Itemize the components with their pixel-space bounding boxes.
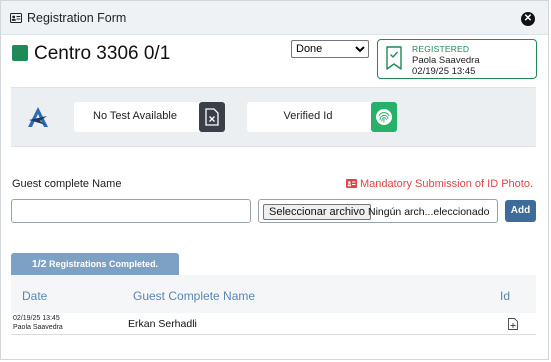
document-add-icon[interactable] [508, 318, 518, 333]
id-card-icon [10, 12, 22, 26]
column-header-id: Id [500, 289, 511, 303]
registrations-progress-tab: 1/2 Registrations Completed. [11, 253, 179, 275]
add-button[interactable]: Add [505, 200, 536, 222]
id-status-label: Verified Id [283, 110, 333, 122]
registered-user: Paola Saavedra [412, 55, 480, 66]
id-status-button[interactable] [371, 102, 397, 132]
registration-dialog: Registration Form ✕ Centro 3306 0/1 Done… [0, 0, 549, 360]
id-photo-file-input[interactable]: Seleccionar archivo Ningún arch...elecci… [258, 199, 498, 223]
progress-count: 1/2 [31, 258, 47, 270]
id-status-pill: Verified Id [247, 102, 397, 132]
registered-status-label: REGISTERED [412, 44, 470, 54]
test-status-button[interactable] [199, 102, 225, 132]
center-status-indicator [12, 45, 28, 61]
center-name: Centro 3306 0/1 [34, 43, 171, 64]
close-button[interactable]: ✕ [521, 12, 535, 26]
title-bar: Registration Form ✕ [1, 1, 548, 35]
row-date: 02/19/25 13:45 [13, 315, 60, 322]
guest-name-input[interactable] [11, 199, 251, 223]
verification-panel: No Test Available Verified Id [11, 87, 536, 147]
row-user: Paola Saavedra [13, 323, 63, 331]
close-icon: ✕ [523, 13, 533, 24]
file-status-text: Ningún arch...eleccionado [368, 206, 490, 218]
brand-logo-icon [26, 105, 50, 132]
window-title: Registration Form [27, 11, 127, 25]
document-x-icon [205, 108, 219, 126]
test-status-label: No Test Available [93, 110, 177, 122]
badge-check-icon [385, 45, 403, 74]
registrations-table: Date Guest Complete Name Id 02/19/25 13:… [11, 275, 536, 335]
row-guest-name: Erkan Serhadli [128, 318, 197, 330]
progress-label: Registrations Completed. [49, 259, 159, 269]
guest-name-label: Guest complete Name [12, 178, 122, 190]
mandatory-notice-text: Mandatory Submission of ID Photo. [359, 178, 533, 190]
status-select[interactable]: Done [291, 40, 369, 58]
table-row: 02/19/25 13:45 Paola Saavedra Erkan Serh… [11, 313, 536, 335]
column-header-date: Date [22, 289, 48, 303]
test-status-pill: No Test Available [74, 102, 225, 132]
registered-timestamp: 02/19/25 13:45 [412, 66, 476, 77]
table-header: Date Guest Complete Name Id [11, 275, 536, 313]
choose-file-button[interactable]: Seleccionar archivo [263, 204, 371, 220]
id-card-icon [345, 179, 357, 188]
row-date-cell: 02/19/25 13:45 Paola Saavedra [13, 315, 63, 332]
column-header-name: Guest Complete Name [133, 289, 256, 303]
mandatory-notice: Mandatory Submission of ID Photo. [345, 178, 533, 190]
fingerprint-icon [376, 109, 392, 125]
registered-status-card: REGISTERED Paola Saavedra 02/19/25 13:45 [377, 39, 537, 79]
